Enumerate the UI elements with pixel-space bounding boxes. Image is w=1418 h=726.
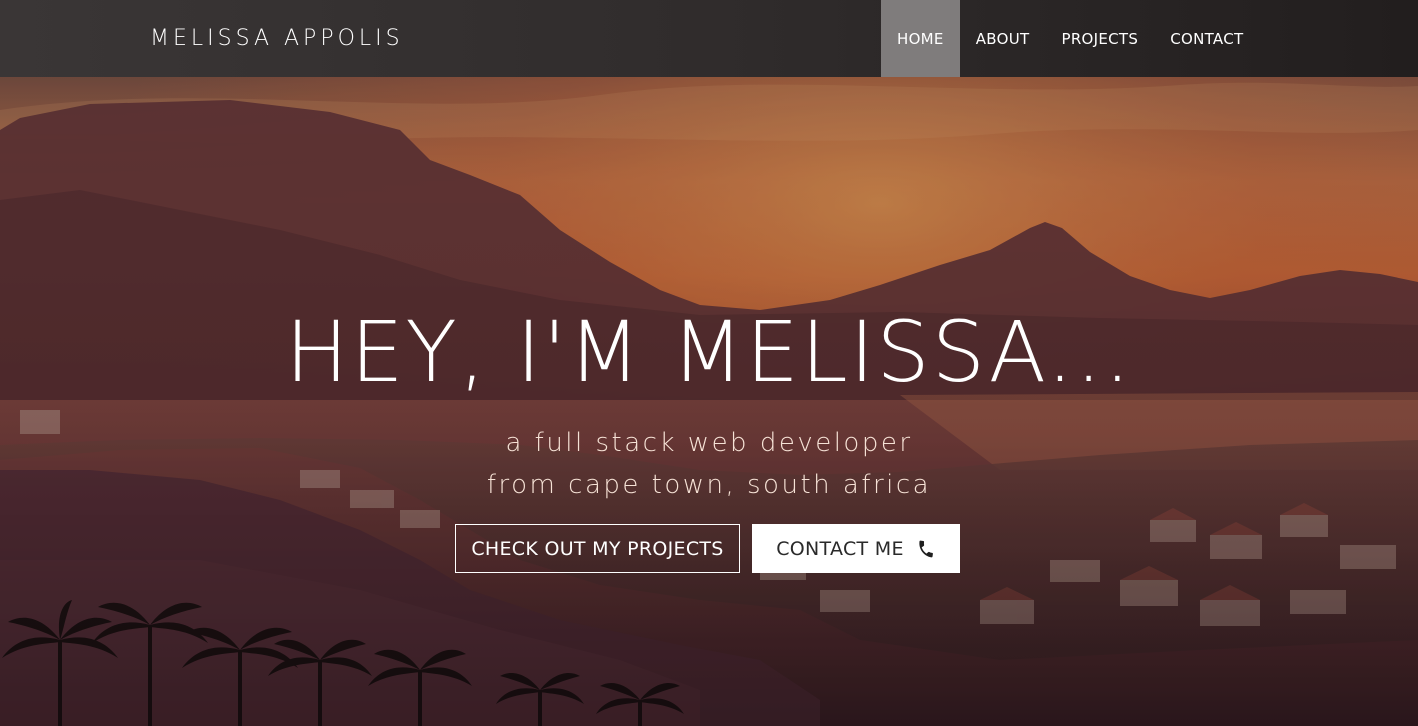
nav-item-home[interactable]: HOME (881, 0, 960, 77)
check-out-projects-label: CHECK OUT MY PROJECTS (471, 537, 724, 560)
page: MELISSA APPOLIS HOME ABOUT PROJECTS CONT… (0, 0, 1418, 726)
nav-item-about[interactable]: ABOUT (960, 0, 1046, 77)
nav-item-contact[interactable]: CONTACT (1154, 0, 1259, 77)
hero-subtitle-line-2: from cape town, south africa (486, 470, 932, 500)
phone-icon (916, 539, 936, 559)
nav-item-projects[interactable]: PROJECTS (1045, 0, 1154, 77)
brand-logo-link[interactable]: MELISSA APPOLIS (150, 26, 404, 51)
hero-title: HEY, I'M MELISSA... (285, 303, 1133, 401)
hero-section: HEY, I'M MELISSA... a full stack web dev… (0, 0, 1418, 726)
hero-subtitle-line-1: a full stack web developer (505, 428, 913, 458)
check-out-projects-button[interactable]: CHECK OUT MY PROJECTS (455, 524, 740, 573)
contact-me-button[interactable]: CONTACT ME (752, 524, 960, 573)
contact-me-label: CONTACT ME (776, 537, 904, 560)
nav-menu: HOME ABOUT PROJECTS CONTACT (881, 0, 1259, 77)
navbar: MELISSA APPOLIS HOME ABOUT PROJECTS CONT… (0, 0, 1418, 77)
